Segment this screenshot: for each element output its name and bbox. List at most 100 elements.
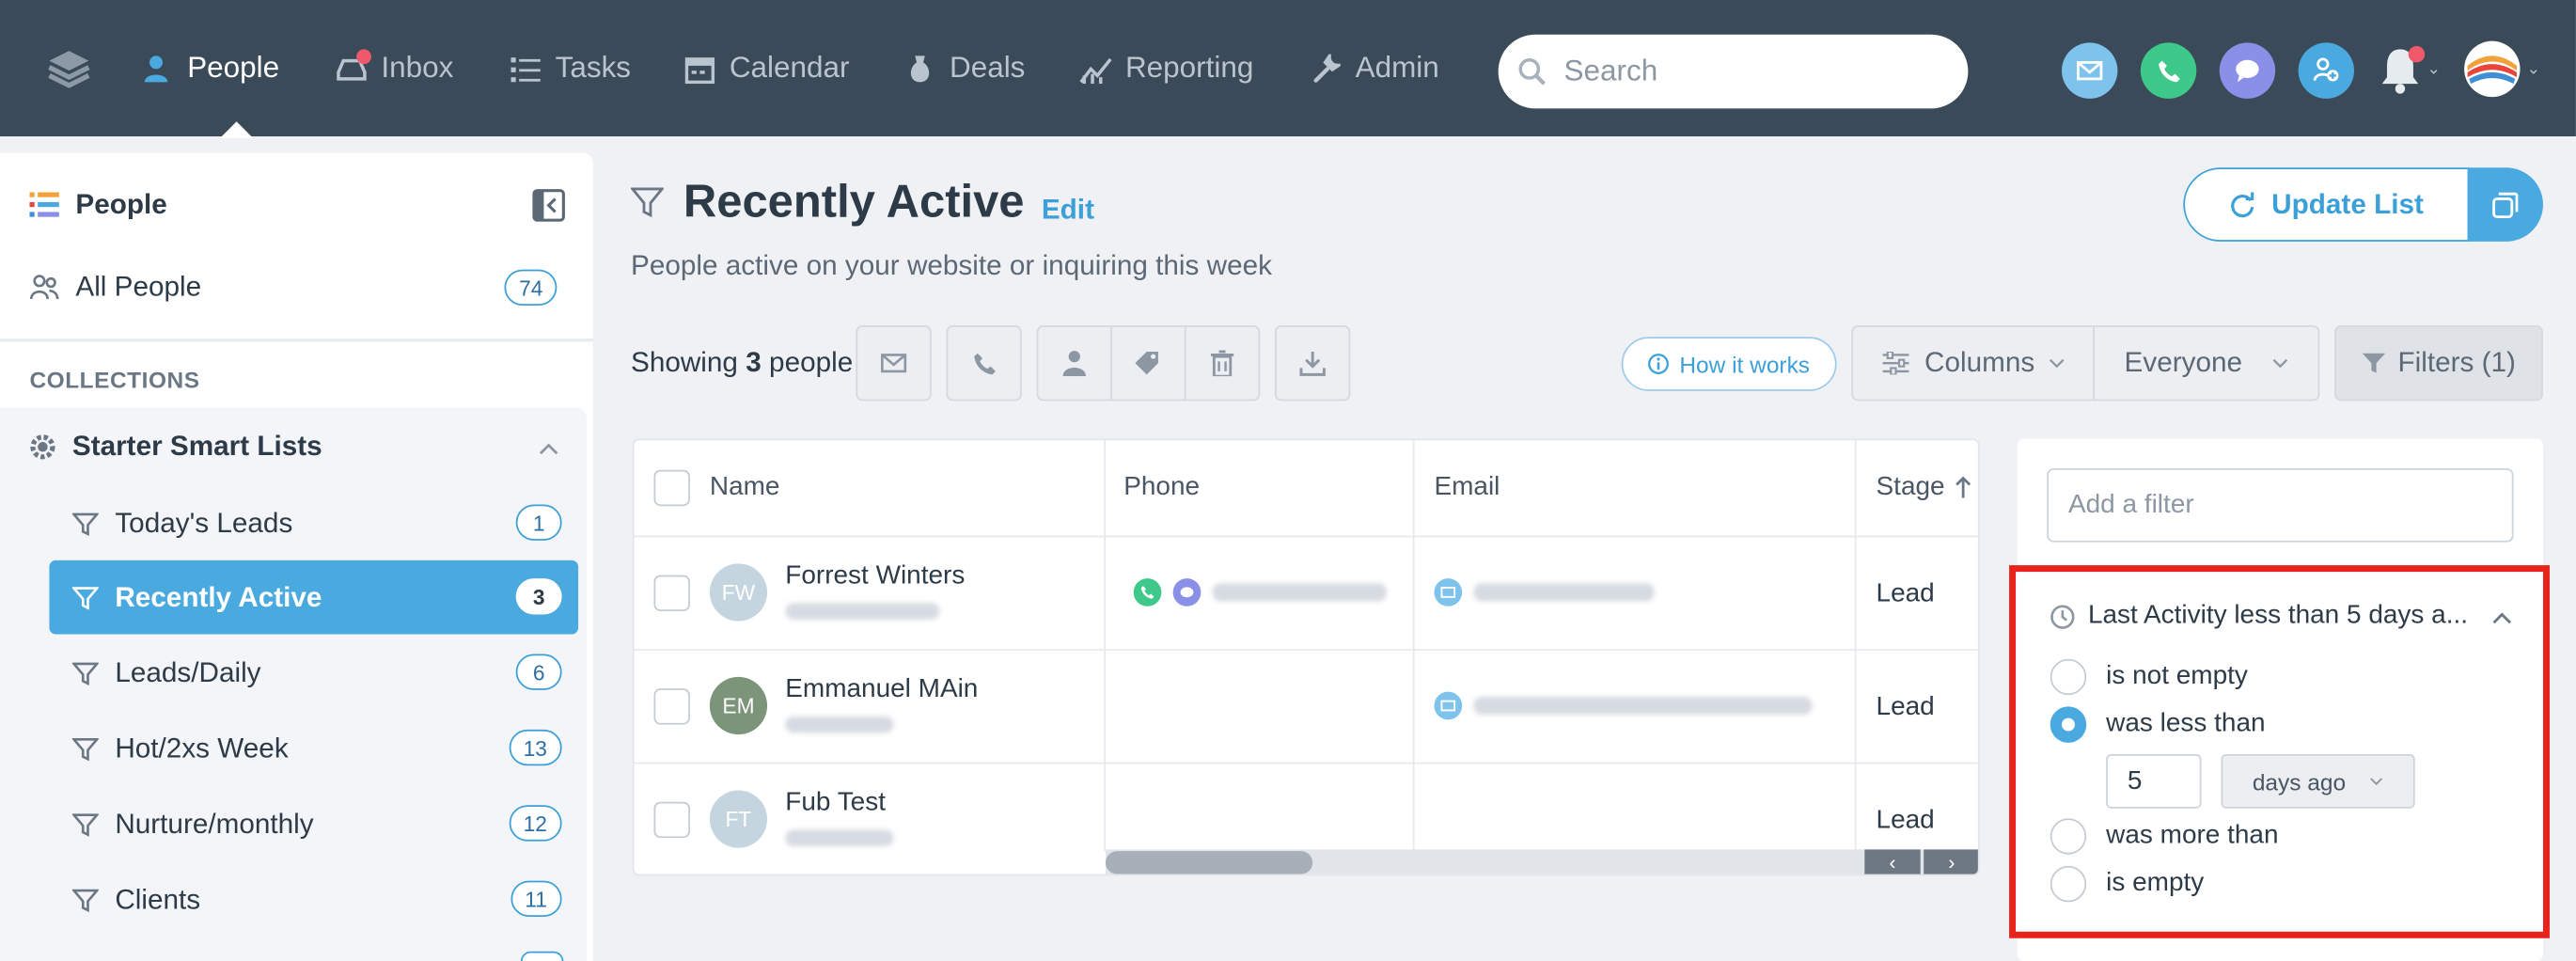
column-header-phone[interactable]: Phone xyxy=(1123,440,1200,535)
notifications-button[interactable]: ⌄ xyxy=(2372,41,2444,97)
assign-agent-button[interactable] xyxy=(1036,324,1112,402)
chevron-up-icon[interactable] xyxy=(537,437,559,460)
filter-icon xyxy=(71,586,99,609)
active-nav-indicator xyxy=(220,121,254,138)
row-divider xyxy=(634,762,1978,764)
filter-card-header[interactable]: Last Activity less than 5 days a... xyxy=(2050,602,2468,631)
radio-button-selected[interactable] xyxy=(2050,706,2087,743)
sidebar-item-todays-leads[interactable]: Today's Leads 1 xyxy=(49,486,578,560)
sidebar-item-hot-2xs-week[interactable]: Hot/2xs Week 13 xyxy=(49,712,578,786)
person-name[interactable]: Forrest Winters xyxy=(785,562,965,591)
sidebar-item-recently-active[interactable]: Recently Active 3 xyxy=(49,559,579,635)
copy-list-button[interactable] xyxy=(2467,167,2543,242)
column-header-email[interactable]: Email xyxy=(1434,440,1500,535)
option-label: was less than xyxy=(2106,709,2266,738)
filter-option-was-more-than[interactable]: was more than xyxy=(2050,818,2279,855)
option-label: is not empty xyxy=(2106,662,2248,690)
person-name[interactable]: Fub Test xyxy=(785,789,886,818)
edit-list-link[interactable]: Edit xyxy=(1042,194,1094,227)
nav-deals-label: Deals xyxy=(949,51,1026,85)
sidebar-item-leads-daily[interactable]: Leads/Daily 6 xyxy=(49,636,578,710)
filter-icon xyxy=(71,512,99,536)
row-checkbox[interactable] xyxy=(653,575,690,612)
nav-reporting[interactable]: Reporting xyxy=(1079,0,1253,136)
inbox-icon xyxy=(335,48,371,85)
mail-icon[interactable] xyxy=(1434,578,1463,607)
page-title: Recently Active xyxy=(683,175,1025,228)
radio-button[interactable] xyxy=(2050,658,2087,696)
all-people-count-badge: 74 xyxy=(504,269,558,307)
filter-option-is-not-empty[interactable]: is not empty xyxy=(2050,658,2248,696)
nav-admin[interactable]: Admin xyxy=(1310,0,1439,136)
call-action-button[interactable] xyxy=(2140,42,2197,99)
row-checkbox[interactable] xyxy=(653,688,690,725)
mail-icon[interactable] xyxy=(1434,691,1463,720)
sidebar-item-label: All People xyxy=(75,271,202,303)
nav-admin-label: Admin xyxy=(1355,51,1439,85)
horizontal-scrollbar[interactable]: ‹ › xyxy=(1106,849,1978,874)
nav-calendar[interactable]: Calendar xyxy=(683,0,850,136)
collapse-sidebar-icon[interactable] xyxy=(532,189,565,222)
scroll-left-button[interactable]: ‹ xyxy=(1864,849,1921,874)
people-outline-icon xyxy=(29,275,59,300)
nav-deals[interactable]: Deals xyxy=(903,0,1025,136)
bulk-email-button[interactable] xyxy=(856,324,932,402)
email-action-button[interactable] xyxy=(2061,42,2118,99)
user-avatar-menu[interactable]: ⌄ xyxy=(2462,40,2548,98)
chevron-up-icon[interactable] xyxy=(2490,607,2513,629)
sidebar-title: People xyxy=(75,188,167,221)
scrollbar-thumb[interactable] xyxy=(1106,851,1313,874)
export-button[interactable] xyxy=(1274,324,1351,402)
redacted-email xyxy=(1473,583,1655,602)
column-header-name[interactable]: Name xyxy=(710,440,780,535)
person-name[interactable]: Emmanuel MAin xyxy=(785,675,978,704)
message-action-button[interactable] xyxy=(2219,42,2276,99)
days-value-input[interactable]: 5 xyxy=(2106,754,2202,809)
nav-inbox[interactable]: Inbox xyxy=(335,0,453,136)
sidebar-item-nurture-monthly[interactable]: Nurture/monthly 12 xyxy=(49,787,578,861)
showing-count-text: Showing 3 people xyxy=(631,347,853,380)
people-table: Name Phone Email Stage FW Forrest Winter… xyxy=(632,438,1980,876)
filters-button[interactable]: Filters (1) xyxy=(2334,324,2543,402)
phone-icon[interactable] xyxy=(1133,578,1162,607)
sidebar-item-label: Recently Active xyxy=(115,580,322,612)
filter-option-is-empty[interactable]: is empty xyxy=(2050,865,2204,903)
add-person-button[interactable] xyxy=(2298,42,2355,99)
chat-bubble-icon[interactable] xyxy=(1172,578,1202,607)
delete-button[interactable] xyxy=(1184,324,1261,402)
update-list-button[interactable]: Update List xyxy=(2183,167,2470,242)
smart-lists-header[interactable]: Starter Smart Lists xyxy=(29,431,322,464)
tag-button[interactable] xyxy=(1110,324,1186,402)
search-input[interactable] xyxy=(1563,54,1925,89)
nav-tasks[interactable]: Tasks xyxy=(510,0,631,136)
nav-calendar-label: Calendar xyxy=(729,51,850,85)
nav-people[interactable]: People xyxy=(141,0,279,136)
column-header-stage[interactable]: Stage xyxy=(1877,440,1971,535)
radio-button[interactable] xyxy=(2050,865,2087,903)
showing-count: 3 xyxy=(746,346,762,378)
columns-dropdown[interactable]: Columns xyxy=(1851,324,2095,402)
everyone-dropdown[interactable]: Everyone xyxy=(2093,324,2320,402)
sidebar-item-all-people[interactable]: All People xyxy=(29,271,201,304)
bell-icon xyxy=(2382,45,2426,94)
time-unit-select[interactable]: days ago xyxy=(2221,754,2415,809)
count-badge: 1 xyxy=(515,504,562,541)
scroll-right-button[interactable]: › xyxy=(1924,849,1978,874)
option-label: was more than xyxy=(2106,821,2279,850)
select-all-checkbox[interactable] xyxy=(653,469,690,507)
nav-inbox-label: Inbox xyxy=(381,51,454,85)
redacted-source xyxy=(785,603,940,620)
bulk-call-button[interactable] xyxy=(946,324,1022,402)
avatar: EM xyxy=(709,676,768,735)
row-checkbox[interactable] xyxy=(653,801,690,839)
add-filter-input[interactable]: Add a filter xyxy=(2047,468,2514,543)
search-box[interactable] xyxy=(1498,34,1969,109)
sidebar-item-clients[interactable]: Clients 11 xyxy=(49,862,578,937)
radio-button[interactable] xyxy=(2050,818,2087,855)
list-title-row: Recently Active xyxy=(631,176,1025,228)
showing-suffix: people xyxy=(769,346,854,378)
filter-option-was-less-than[interactable]: was less than xyxy=(2050,706,2266,743)
app-logo-icon[interactable] xyxy=(46,46,92,92)
count-badge: 13 xyxy=(508,729,562,766)
how-it-works-button[interactable]: How it works xyxy=(1621,337,1837,391)
